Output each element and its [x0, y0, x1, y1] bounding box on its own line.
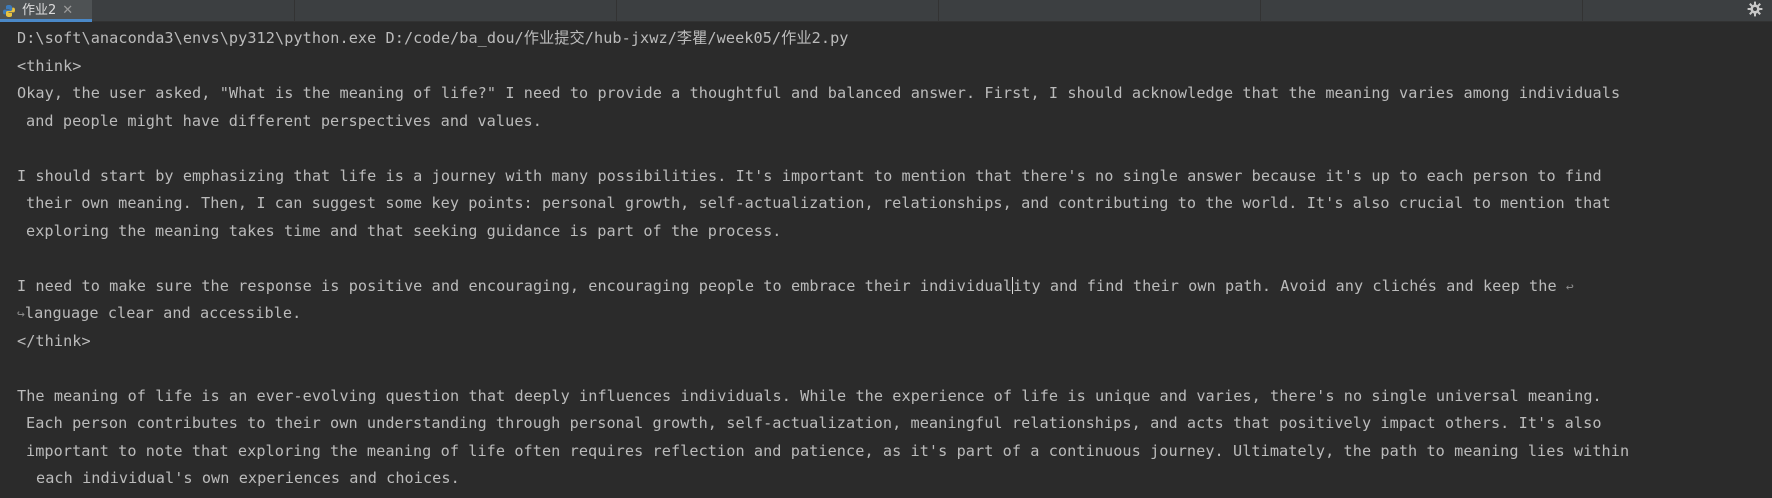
console-line: important to note that exploring the mea…	[26, 441, 1630, 460]
tabbar-divider	[1260, 0, 1261, 22]
tab-run-config[interactable]: 作业2 ✕	[0, 0, 92, 22]
console-line: each individual's own experiences and ch…	[36, 469, 460, 487]
tabbar-divider	[294, 0, 295, 22]
tabbar-divider	[1582, 0, 1583, 22]
gear-icon	[1747, 1, 1763, 21]
console-text: ity and find their own path. Avoid any c…	[1013, 276, 1566, 295]
run-tab-bar: 作业2 ✕	[0, 0, 1772, 22]
console-text: language clear and accessible.	[24, 304, 302, 322]
console-line: I should start by emphasizing that life …	[17, 166, 1602, 185]
console-text: I need to make sure the response is posi…	[17, 276, 1013, 295]
console-line: <think>	[17, 56, 82, 75]
console-command-line: D:\soft\anaconda3\envs\py312\python.exe …	[17, 29, 849, 47]
console-line: The meaning of life is an ever-evolving …	[17, 386, 1602, 405]
settings-button[interactable]	[1746, 1, 1764, 21]
console-line: and people might have different perspect…	[26, 111, 542, 130]
console-line: exploring the meaning takes time and tha…	[26, 221, 782, 240]
python-icon	[2, 4, 16, 18]
soft-wrap-continuation-icon: ↪	[17, 307, 25, 322]
tab-title: 作业2	[22, 3, 57, 18]
tabbar-divider	[616, 0, 617, 22]
console-line: Okay, the user asked, "What is the meani…	[17, 84, 1621, 102]
console-line: Each person contributes to their own und…	[26, 414, 1602, 432]
close-icon[interactable]: ✕	[62, 1, 73, 21]
run-console-output[interactable]: D:\soft\anaconda3\envs\py312\python.exe …	[0, 22, 1772, 498]
console-line: their own meaning. Then, I can suggest s…	[26, 194, 1611, 212]
console-line: I need to make sure the response is posi…	[0, 273, 1772, 301]
tabbar-divider	[938, 0, 939, 22]
console-line: ↪language clear and accessible.	[0, 300, 1772, 328]
console-line: </think>	[17, 331, 91, 350]
soft-wrap-icon: ↩	[1565, 279, 1574, 295]
